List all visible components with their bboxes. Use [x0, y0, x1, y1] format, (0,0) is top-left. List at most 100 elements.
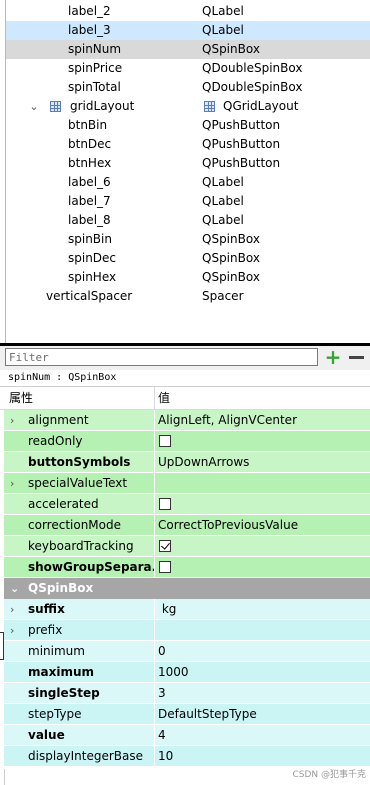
cell-divider — [154, 515, 155, 536]
property-value[interactable]: AlignLeft, AlignVCenter — [158, 410, 297, 431]
chevron-right-icon[interactable]: › — [10, 473, 14, 494]
tree-object-class: QDoubleSpinBox — [202, 80, 303, 94]
header-property[interactable]: 属性 — [9, 387, 33, 409]
property-row[interactable]: value 4 — [4, 725, 370, 746]
tree-row[interactable]: label_3 QLabel — [6, 21, 370, 40]
property-value[interactable]: 3 — [158, 683, 166, 704]
property-value[interactable]: DefaultStepType — [158, 704, 257, 725]
property-name: readOnly — [28, 434, 83, 448]
property-checkbox[interactable] — [159, 435, 171, 447]
property-row[interactable]: maximum 1000 — [4, 662, 370, 683]
cell-divider — [154, 746, 155, 767]
chevron-down-icon[interactable]: ⌄ — [10, 578, 19, 599]
chevron-down-icon[interactable]: ⌄ — [28, 97, 40, 116]
property-row[interactable]: buttonSymbols UpDownArrows — [4, 452, 370, 473]
tree-object-class: QSpinBox — [202, 42, 260, 56]
bottom-divider — [4, 769, 5, 785]
property-name: suffix — [28, 602, 65, 616]
tree-object-name: label_8 — [68, 213, 111, 227]
cell-divider — [154, 431, 155, 452]
property-row[interactable]: singleStep 3 — [4, 683, 370, 704]
plus-icon[interactable]: + — [322, 347, 344, 368]
cell-divider — [154, 410, 155, 431]
property-value[interactable]: CorrectToPreviousValue — [158, 515, 298, 536]
tree-row[interactable]: label_6 QLabel — [6, 173, 370, 192]
property-name: correctionMode — [28, 518, 121, 532]
minus-icon[interactable] — [346, 347, 368, 368]
object-inspector-tree: label_2 QLabel label_3 QLabel spinNum QSpinBo… — [0, 0, 370, 343]
header-value[interactable]: 值 — [158, 387, 170, 409]
tree-object-class: QPushButton — [202, 156, 281, 170]
property-name: maximum — [28, 665, 95, 679]
window-edge-marker — [0, 632, 4, 660]
property-row[interactable]: › prefix — [4, 620, 370, 641]
cell-divider — [154, 725, 155, 746]
grid-layout-icon — [204, 101, 215, 112]
property-row[interactable]: displayIntegerBase 10 — [4, 746, 370, 767]
property-name: singleStep — [28, 686, 100, 700]
property-value[interactable]: kg — [158, 599, 177, 620]
property-name: showGroupSepara... — [28, 560, 154, 574]
property-row[interactable]: accelerated — [4, 494, 370, 515]
tree-object-name: spinDec — [68, 251, 117, 265]
tree-row[interactable]: btnBin QPushButton — [6, 116, 370, 135]
tree-object-name: spinBin — [68, 232, 112, 246]
cell-divider — [154, 662, 155, 683]
property-name: alignment — [28, 413, 89, 427]
tree-object-name: spinTotal — [68, 80, 121, 94]
tree-row[interactable]: ⌄ gridLayout QGridLayout — [6, 97, 370, 116]
property-value[interactable]: UpDownArrows — [158, 452, 249, 473]
property-row[interactable]: correctionMode CorrectToPreviousValue — [4, 515, 370, 536]
cell-divider — [154, 641, 155, 662]
tree-row[interactable]: btnDec QPushButton — [6, 135, 370, 154]
tree-row[interactable]: spinTotal QDoubleSpinBox — [6, 78, 370, 97]
tree-row[interactable]: btnHex QPushButton — [6, 154, 370, 173]
cell-divider — [154, 452, 155, 473]
chevron-right-icon[interactable]: › — [10, 599, 14, 620]
tree-object-name: gridLayout — [70, 99, 135, 113]
property-row[interactable]: keyboardTracking — [4, 536, 370, 557]
grid-layout-icon — [50, 101, 61, 112]
property-value[interactable]: 1000 — [158, 662, 189, 683]
property-name: buttonSymbols — [28, 455, 131, 469]
tree-object-name: btnHex — [68, 156, 112, 170]
property-group-header[interactable]: ⌄ QSpinBox — [4, 578, 370, 599]
tree-object-name: spinPrice — [68, 61, 123, 75]
property-value[interactable]: 0 — [158, 641, 166, 662]
tree-row[interactable]: spinHex QSpinBox — [6, 268, 370, 287]
tree-row[interactable]: verticalSpacer Spacer — [6, 287, 370, 306]
property-header: 属性 值 — [0, 387, 370, 410]
tree-row[interactable]: spinPrice QDoubleSpinBox — [6, 59, 370, 78]
property-group-name: QSpinBox — [28, 581, 94, 595]
tree-row[interactable]: spinNum QSpinBox — [6, 40, 370, 59]
tree-object-class: QPushButton — [202, 137, 281, 151]
tree-object-name: label_7 — [68, 194, 111, 208]
cell-divider — [154, 599, 155, 620]
property-checkbox[interactable] — [159, 540, 171, 552]
property-checkbox[interactable] — [159, 498, 171, 510]
property-name: prefix — [28, 623, 63, 637]
property-row[interactable]: showGroupSepara... — [4, 557, 370, 578]
tree-row[interactable]: label_8 QLabel — [6, 211, 370, 230]
property-row[interactable]: › alignment AlignLeft, AlignVCenter — [4, 410, 370, 431]
property-row[interactable]: › specialValueText — [4, 473, 370, 494]
tree-row[interactable]: spinDec QSpinBox — [6, 249, 370, 268]
property-checkbox[interactable] — [159, 561, 171, 573]
tree-row[interactable]: label_2 QLabel — [6, 2, 370, 21]
chevron-right-icon[interactable]: › — [10, 410, 14, 431]
property-row[interactable]: › suffix kg — [4, 599, 370, 620]
property-row[interactable]: readOnly — [4, 431, 370, 452]
tree-row[interactable]: spinBin QSpinBox — [6, 230, 370, 249]
tree-object-name: btnBin — [68, 118, 108, 132]
property-value[interactable]: 4 — [158, 725, 166, 746]
cell-divider — [154, 557, 155, 578]
property-row[interactable]: minimum 0 — [4, 641, 370, 662]
cell-divider — [154, 494, 155, 515]
property-row[interactable]: stepType DefaultStepType — [4, 704, 370, 725]
tree-row[interactable]: label_7 QLabel — [6, 192, 370, 211]
property-name: value — [28, 728, 65, 742]
property-value[interactable]: 10 — [158, 746, 173, 767]
filter-input[interactable] — [5, 348, 318, 366]
tree-object-name: verticalSpacer — [46, 289, 133, 303]
chevron-right-icon[interactable]: › — [10, 620, 14, 641]
